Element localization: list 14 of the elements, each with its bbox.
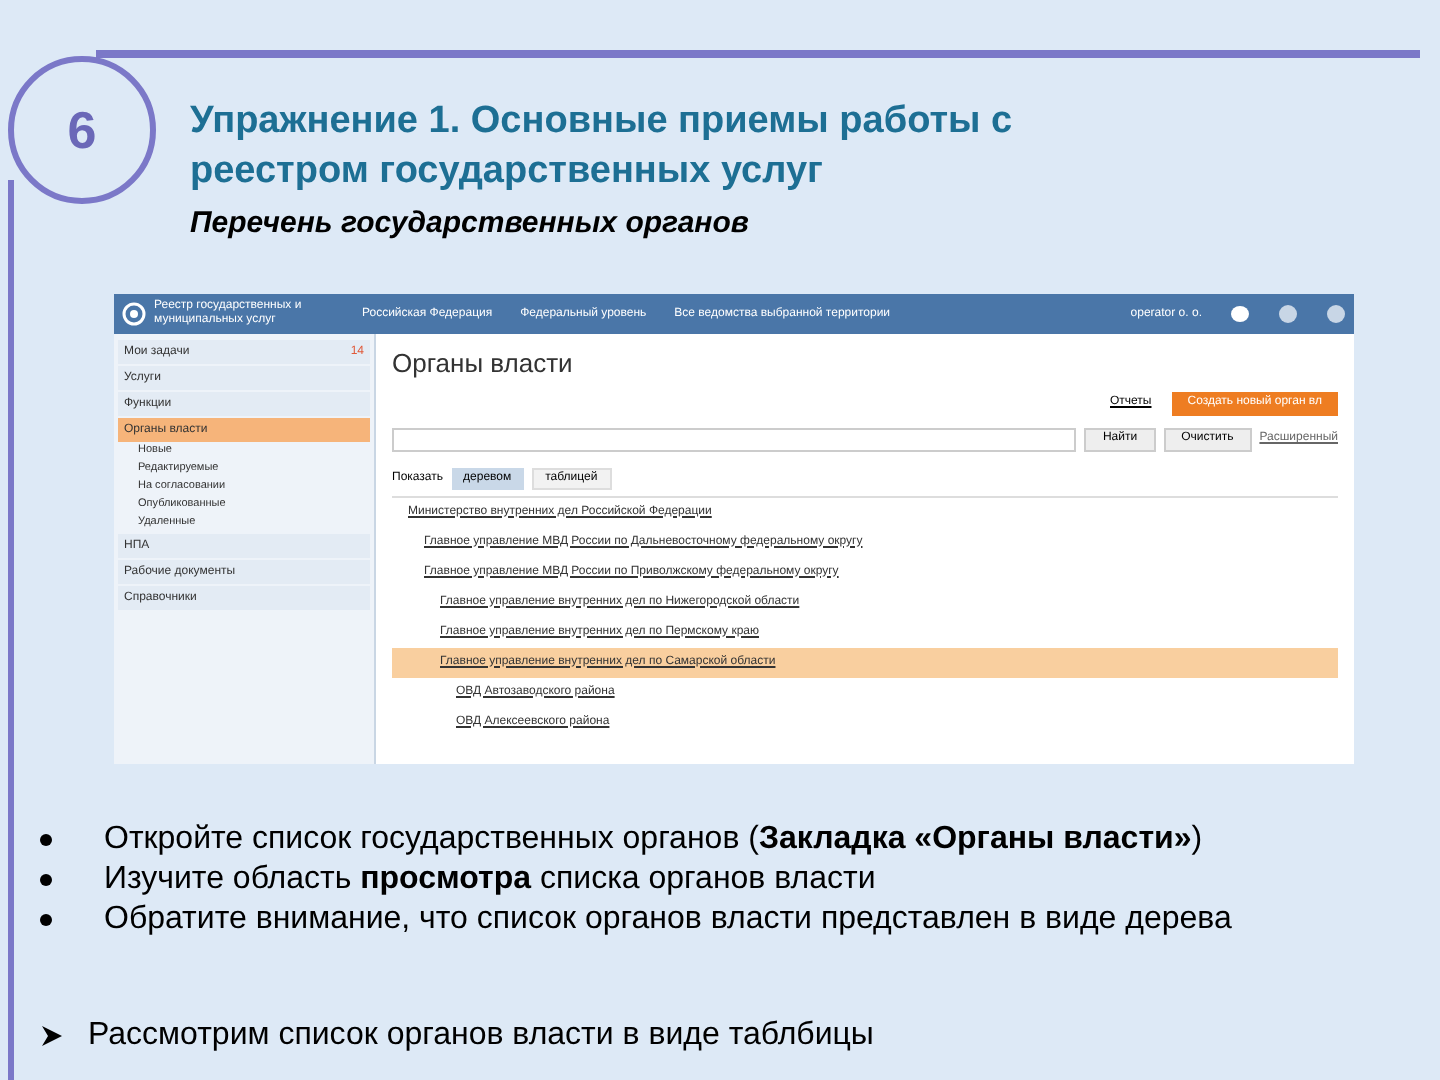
slide-number: 6 bbox=[67, 97, 97, 163]
bullet-icon bbox=[40, 914, 52, 926]
page-title: Органы власти bbox=[392, 346, 575, 382]
slide-subtitle: Перечень государственных органов bbox=[190, 204, 751, 244]
search-field[interactable] bbox=[392, 427, 1077, 451]
slide-title: Упражнение 1. Основные приемы работы с реестром государственных услуг bbox=[190, 98, 1015, 196]
bullet-text: Обратите внимание, что список органов власти представлен в виде дерева bbox=[104, 900, 1232, 940]
logo-icon bbox=[122, 302, 146, 326]
bullet-icon bbox=[40, 834, 52, 846]
bullet-text: Откройте список государственных органов (Закладка «Органы власти») bbox=[104, 820, 1203, 860]
conclusion-text: Рассмотрим список органов власти в виде таблбицы bbox=[88, 1016, 874, 1056]
bullet-text: Изучите область просмотра списка органов власти bbox=[104, 860, 876, 900]
bullet-icon bbox=[40, 874, 52, 886]
arrow-bullet-icon bbox=[40, 1024, 64, 1048]
